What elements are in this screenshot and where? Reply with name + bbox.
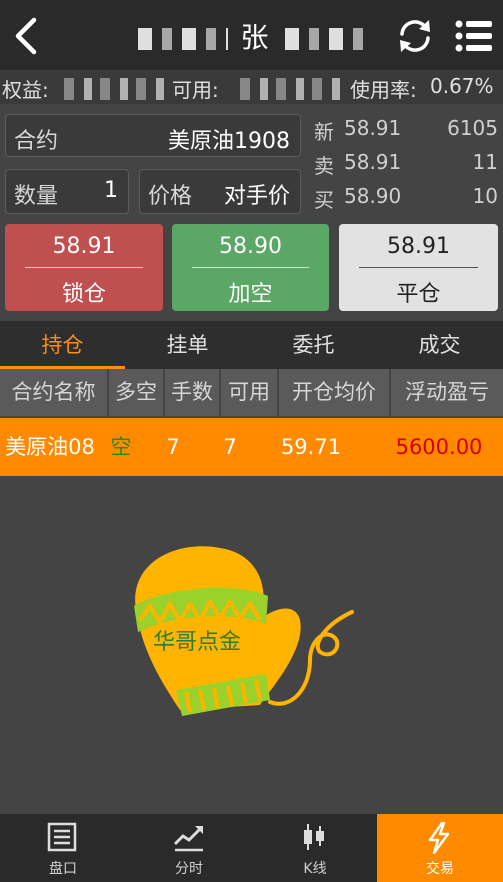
quote-row-last: 新 58.91 6105 [314, 116, 500, 146]
column-header: 合约名称 [0, 369, 109, 416]
candlestick-icon [304, 824, 324, 850]
title-text: 张 [240, 21, 273, 54]
quote-price: 58.91 [344, 150, 402, 174]
menu-button[interactable] [454, 18, 494, 54]
nav-orderbook[interactable]: 盘口 [0, 814, 126, 882]
available-label: 可用: [172, 78, 219, 102]
menu-icon [455, 20, 492, 52]
column-header: 手数 [165, 369, 221, 416]
nav-candlestick[interactable]: K线 [252, 814, 378, 882]
available-value-redacted [240, 78, 340, 100]
quote-row-ask: 卖 58.91 11 [314, 150, 500, 180]
nav-label: 盘口 [49, 861, 77, 877]
quantity-field[interactable]: 数量 1 [5, 169, 129, 214]
mascot-text: 华哥点金 [153, 630, 242, 655]
title-blur-left [137, 28, 228, 50]
positions-table-header: 合约名称 多空 手数 可用 开仓均价 浮动盈亏 [0, 369, 503, 416]
nav-label: 分时 [175, 861, 203, 877]
header-bar: 张 [0, 0, 503, 70]
nav-trade[interactable]: 交易 [377, 814, 503, 882]
contract-label: 合约 [14, 129, 59, 154]
quote-volume: 6105 [447, 116, 498, 140]
nav-label: K线 [303, 861, 327, 877]
nav-label: 交易 [426, 861, 454, 877]
contract-value: 美原油1908 [168, 129, 290, 154]
cell-direction: 空 [110, 435, 132, 459]
close-position-button[interactable]: 58.91 平仓 [339, 224, 498, 311]
tab-orders[interactable]: 委托 [251, 321, 376, 369]
button-divider [192, 267, 309, 268]
cell-available: 7 [223, 435, 237, 459]
quote-label: 买 [314, 188, 334, 212]
intraday-chart-icon [173, 826, 203, 852]
button-divider [359, 267, 478, 268]
add-short-button[interactable]: 58.90 加空 [172, 224, 329, 311]
orderbook-icon [47, 822, 77, 852]
quantity-label: 数量 [14, 184, 59, 209]
cell-contract-name: 美原油08 [5, 435, 95, 459]
short-label: 加空 [228, 282, 273, 307]
table-row[interactable]: 美原油08 空 7 7 59.71 5600.00 [0, 418, 503, 476]
quantity-value: 1 [104, 178, 118, 203]
refresh-button[interactable] [396, 16, 434, 56]
cell-avg-price: 59.71 [280, 435, 342, 459]
price-value: 对手价 [223, 184, 290, 209]
lock-label: 锁仓 [61, 282, 106, 307]
quote-volume: 11 [472, 150, 498, 174]
tab-trades[interactable]: 成交 [377, 321, 502, 369]
equity-value-redacted [64, 78, 172, 100]
equity-label: 权益: [2, 78, 49, 102]
lock-position-button[interactable]: 58.91 锁仓 [5, 224, 163, 311]
contract-selector[interactable]: 合约 美原油1908 [5, 114, 301, 157]
cell-floating-pnl: 5600.00 [395, 435, 483, 459]
short-price: 58.90 [219, 234, 282, 259]
close-price: 58.91 [387, 234, 450, 259]
lightning-icon [428, 822, 450, 854]
nav-intraday[interactable]: 分时 [126, 814, 252, 882]
cell-lots: 7 [166, 435, 180, 459]
tab-positions[interactable]: 持仓 [0, 321, 125, 369]
usage-value: 0.67% [430, 74, 494, 98]
column-header: 可用 [221, 369, 279, 416]
title-blur-right [285, 28, 366, 50]
quote-price: 58.91 [344, 116, 402, 140]
tab-pending-orders[interactable]: 挂单 [125, 321, 250, 369]
price-label: 价格 [148, 184, 193, 209]
quote-label: 新 [314, 120, 334, 144]
quote-panel: 新 58.91 6105 卖 58.91 11 买 58.90 10 [308, 112, 503, 216]
quote-price: 58.90 [344, 184, 402, 208]
bottom-nav: 盘口 分时 K线 交易 [0, 814, 503, 882]
quote-row-bid: 买 58.90 10 [314, 184, 500, 214]
button-divider [25, 267, 143, 268]
close-label: 平仓 [396, 282, 441, 307]
usage-label: 使用率: [350, 78, 417, 102]
tab-bar: 持仓 挂单 委托 成交 [0, 321, 503, 369]
lock-price: 58.91 [52, 234, 116, 259]
price-field[interactable]: 价格 对手价 [139, 169, 301, 214]
column-header: 多空 [109, 369, 165, 416]
account-bar: 权益: 可用: 使用率: 0.67% [0, 70, 503, 104]
column-header: 浮动盈亏 [405, 380, 489, 404]
quote-volume: 10 [472, 184, 498, 208]
quote-label: 卖 [314, 154, 334, 178]
column-header: 开仓均价 [279, 369, 391, 416]
refresh-icon [400, 20, 430, 52]
